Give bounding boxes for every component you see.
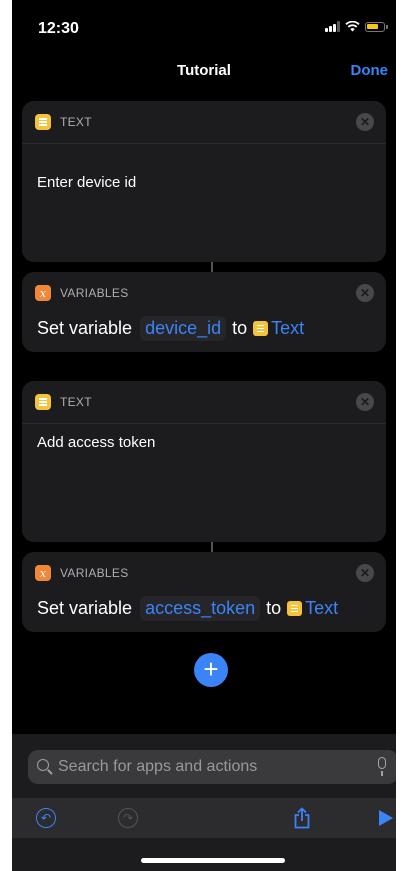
text-app-icon [287,601,303,616]
search-input[interactable]: Search for apps and actions [58,758,257,776]
undo-icon[interactable]: ↶ [36,808,56,828]
play-icon[interactable] [374,806,396,830]
text-app-icon [253,321,269,336]
to-label: to [232,318,248,338]
value-token-label: Text [305,598,339,618]
add-action-button[interactable]: + [194,653,228,687]
variables-app-icon: x [35,285,51,301]
share-icon[interactable] [290,806,314,830]
text-app-icon [35,394,51,410]
set-variable-line: Set variable access_token to Text [37,596,338,621]
card-header: TEXT ✕ [22,381,386,424]
remove-action-button[interactable]: ✕ [356,393,374,411]
wifi-icon [345,21,360,32]
remove-action-button[interactable]: ✕ [356,113,374,131]
variables-app-icon: x [35,565,51,581]
action-category: TEXT [60,395,92,409]
status-icons [325,21,388,32]
editor-toolbar: ↶ ↷ [12,798,396,838]
text-content[interactable]: Add access token [37,434,155,451]
text-app-icon [35,114,51,130]
action-connector [211,542,213,552]
variables-action-card-1[interactable]: x VARIABLES ✕ Set variable device_id to … [22,272,386,352]
to-label: to [266,598,282,618]
text-action-card-2[interactable]: TEXT ✕ Add access token [22,381,386,542]
plus-icon: + [203,654,219,684]
set-variable-label: Set variable [37,318,133,338]
text-value-token[interactable]: Text [287,598,338,619]
redo-icon[interactable]: ↷ [118,808,138,828]
nav-bar: Tutorial Done [12,58,396,86]
done-button[interactable]: Done [351,62,389,79]
remove-action-button[interactable]: ✕ [356,564,374,582]
card-header: x VARIABLES ✕ [22,272,386,312]
search-icon [37,759,49,771]
microphone-icon[interactable] [378,757,386,776]
phone-screen: 12:30 Tutorial Done TEXT ✕ Enter device … [12,0,396,871]
status-bar: 12:30 [12,0,396,44]
signal-icon [325,21,340,32]
action-category: VARIABLES [60,566,129,580]
set-variable-label: Set variable [37,598,133,618]
card-header: TEXT ✕ [22,101,386,144]
home-indicator [141,858,285,863]
battery-tip [386,24,388,29]
text-action-card-1[interactable]: TEXT ✕ Enter device id [22,101,386,262]
page-title: Tutorial [177,62,231,79]
variables-action-card-2[interactable]: x VARIABLES ✕ Set variable access_token … [22,552,386,632]
search-bar[interactable]: Search for apps and actions [28,750,396,784]
variable-name-token[interactable]: access_token [140,596,261,621]
battery-icon [365,21,385,32]
status-time: 12:30 [38,20,79,37]
action-category: VARIABLES [60,286,129,300]
set-variable-line: Set variable device_id to Text [37,316,304,341]
value-token-label: Text [271,318,305,338]
card-header: x VARIABLES ✕ [22,552,386,592]
remove-action-button[interactable]: ✕ [356,284,374,302]
text-value-token[interactable]: Text [253,318,304,339]
bottom-panel: Search for apps and actions ↶ ↷ [12,734,396,871]
text-content[interactable]: Enter device id [37,174,136,191]
action-connector [211,262,213,272]
action-category: TEXT [60,115,92,129]
variable-name-token[interactable]: device_id [140,316,227,341]
